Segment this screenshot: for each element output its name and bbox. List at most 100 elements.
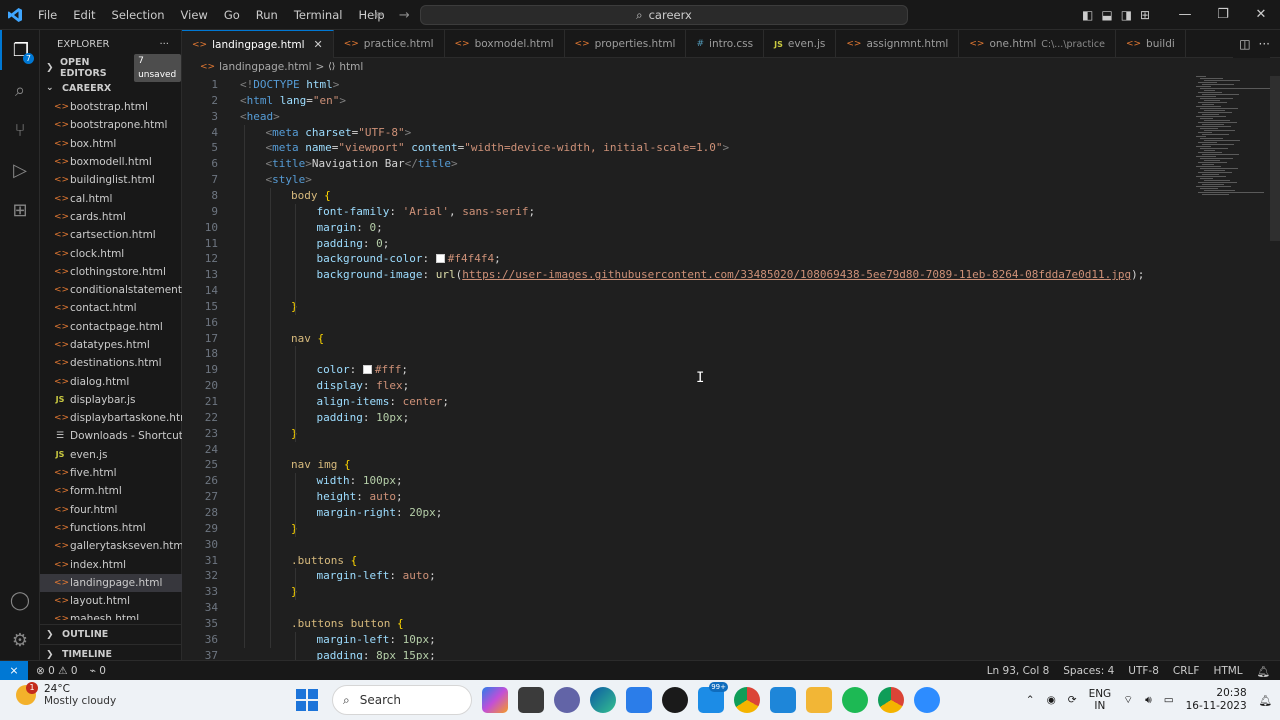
manage-gear-icon[interactable]: ⚙ [0, 620, 40, 660]
breadcrumb-file[interactable]: landingpage.html [219, 61, 311, 73]
file-item[interactable]: <> landingpage.html [40, 573, 182, 593]
notification-center-icon[interactable]: 🔔︎ [1259, 694, 1272, 707]
color-swatch-icon[interactable] [362, 365, 372, 375]
dell-icon[interactable] [662, 687, 688, 713]
tab-intro-css[interactable]: # intro.css [686, 30, 765, 58]
spotify-icon[interactable] [842, 687, 868, 713]
file-item[interactable]: <> index.html [40, 555, 182, 573]
battery-icon[interactable]: ▭ [1164, 694, 1174, 706]
file-item[interactable]: JS even.js [40, 446, 182, 464]
vertical-scrollbar[interactable] [1270, 76, 1280, 241]
wifi-icon[interactable]: ⌔ [1123, 693, 1133, 707]
tab-properties-html[interactable]: <> properties.html [565, 30, 687, 58]
search-view-icon[interactable]: ⌕ [0, 70, 40, 110]
open-editors-section[interactable]: ❯ OPEN EDITORS 7 unsaved [40, 54, 181, 82]
problems-count[interactable]: ⊗ 0 ⚠ 0 [36, 665, 78, 677]
menu-item-selection[interactable]: Selection [104, 0, 173, 30]
teams-chat-icon[interactable] [554, 687, 580, 713]
line-ending[interactable]: CRLF [1173, 665, 1200, 677]
ports-count[interactable]: ⌁ 0 [90, 665, 106, 677]
file-item[interactable]: <> gallerytaskseven.html [40, 537, 182, 555]
windows-start-icon[interactable] [296, 689, 318, 711]
folder-icon[interactable] [806, 687, 832, 713]
notifications-bell-icon[interactable]: 🔔︎ [1257, 665, 1270, 678]
language-mode[interactable]: HTML [1213, 665, 1242, 677]
file-item[interactable]: <> contactpage.html [40, 318, 182, 336]
file-item[interactable]: <> form.html [40, 482, 182, 500]
microsoft-store-icon[interactable] [626, 687, 652, 713]
code-editor[interactable]: I 1 <!DOCTYPE html> 2 <html lang="en"> 3 <hea… [182, 76, 1280, 660]
file-item[interactable]: ☰ Downloads - Shortcut... [40, 427, 182, 445]
file-item[interactable]: <> conditionalstatement... [40, 281, 182, 299]
menu-item-run[interactable]: Run [248, 0, 286, 30]
file-item[interactable]: <> five.html [40, 464, 182, 482]
command-center-search[interactable]: ⌕ careerx [420, 5, 908, 25]
edge-browser-icon[interactable] [590, 687, 616, 713]
file-item[interactable]: <> cal.html [40, 189, 182, 207]
mail-icon[interactable]: 99+ [698, 682, 728, 713]
tab-assignmnt-html[interactable]: <> assignmnt.html [836, 30, 960, 58]
file-item[interactable]: <> cards.html [40, 208, 182, 226]
file-item[interactable]: <> functions.html [40, 519, 182, 537]
volume-icon[interactable]: 🔊︎ [1145, 694, 1152, 707]
file-item[interactable]: <> cartsection.html [40, 226, 182, 244]
encoding[interactable]: UTF-8 [1128, 665, 1159, 677]
indentation[interactable]: Spaces: 4 [1063, 665, 1114, 677]
tab-even-js[interactable]: JS even.js [764, 30, 837, 58]
file-item[interactable]: <> four.html [40, 501, 182, 519]
back-arrow-icon[interactable]: ← [374, 8, 385, 23]
tab-practice-html[interactable]: <> practice.html [334, 30, 445, 58]
menu-item-go[interactable]: Go [216, 0, 248, 30]
file-item[interactable]: <> clock.html [40, 244, 182, 262]
code-token[interactable]: https://user-images.githubusercontent.co… [462, 268, 1131, 281]
close-tab-icon[interactable]: ✕ [313, 38, 322, 51]
chrome-icon[interactable] [734, 687, 760, 713]
file-item[interactable]: JS displaybar.js [40, 391, 182, 409]
menu-item-terminal[interactable]: Terminal [286, 0, 351, 30]
split-editor-icon[interactable]: ◫ [1239, 37, 1250, 51]
tray-sync-icon[interactable]: ⟳ [1068, 694, 1077, 706]
close-window-icon[interactable]: ✕ [1242, 0, 1280, 30]
maximize-icon[interactable]: ❐ [1204, 0, 1242, 30]
file-item[interactable]: <> layout.html [40, 592, 182, 610]
tray-app-icon[interactable]: ◉ [1047, 694, 1056, 706]
tray-chevron-up-icon[interactable]: ⌃ [1026, 694, 1035, 706]
tab-boxmodel-html[interactable]: <> boxmodel.html [445, 30, 565, 58]
minimap[interactable] [1192, 76, 1270, 206]
zoom-icon[interactable] [914, 687, 940, 713]
file-item[interactable]: <> boxmodell.html [40, 153, 182, 171]
color-swatch-icon[interactable] [435, 254, 445, 264]
cursor-position[interactable]: Ln 93, Col 8 [987, 665, 1050, 677]
file-item[interactable]: <> datatypes.html [40, 336, 182, 354]
toggle-panel-icon[interactable]: ⬓ [1101, 8, 1112, 22]
file-item[interactable]: <> bootstrapone.html [40, 116, 182, 134]
clock[interactable]: 20:38 16-11-2023 [1186, 687, 1247, 713]
remote-indicator-icon[interactable]: ⨯ [0, 660, 28, 681]
file-item[interactable]: <> bootstrap.html [40, 98, 182, 116]
file-item[interactable]: <> buildinglist.html [40, 171, 182, 189]
menu-item-edit[interactable]: Edit [65, 0, 103, 30]
toggle-secondary-sidebar-icon[interactable]: ◨ [1121, 8, 1132, 22]
file-explorer-dark-icon[interactable] [518, 687, 544, 713]
file-item[interactable]: <> box.html [40, 135, 182, 153]
file-item[interactable]: <> dialog.html [40, 372, 182, 390]
menu-item-file[interactable]: File [30, 0, 65, 30]
extensions-icon[interactable]: ⊞ [0, 190, 40, 230]
vscode-taskbar-icon[interactable] [770, 687, 796, 713]
file-item[interactable]: <> displaybartaskone.html [40, 409, 182, 427]
file-item[interactable]: <> contact.html [40, 299, 182, 317]
input-language[interactable]: ENG IN [1089, 688, 1112, 712]
account-icon[interactable]: ◯ [0, 580, 40, 620]
copilot-icon[interactable] [482, 687, 508, 713]
chrome-profile-icon[interactable] [878, 687, 904, 713]
weather-widget[interactable]: 1 24°C Mostly cloudy [16, 682, 116, 707]
breadcrumb-symbol[interactable]: html [339, 61, 363, 73]
taskbar-search[interactable]: ⌕ Search [332, 685, 472, 715]
forward-arrow-icon[interactable]: → [399, 8, 410, 23]
minimize-icon[interactable]: — [1166, 0, 1204, 30]
source-control-icon[interactable]: ⑂ [0, 110, 40, 150]
menu-item-view[interactable]: View [173, 0, 216, 30]
explorer-icon[interactable]: ❐ 7 [0, 30, 40, 70]
tab-landingpage-html[interactable]: <> landingpage.html ✕ [182, 30, 334, 58]
explorer-more-icon[interactable]: ··· [159, 39, 169, 50]
